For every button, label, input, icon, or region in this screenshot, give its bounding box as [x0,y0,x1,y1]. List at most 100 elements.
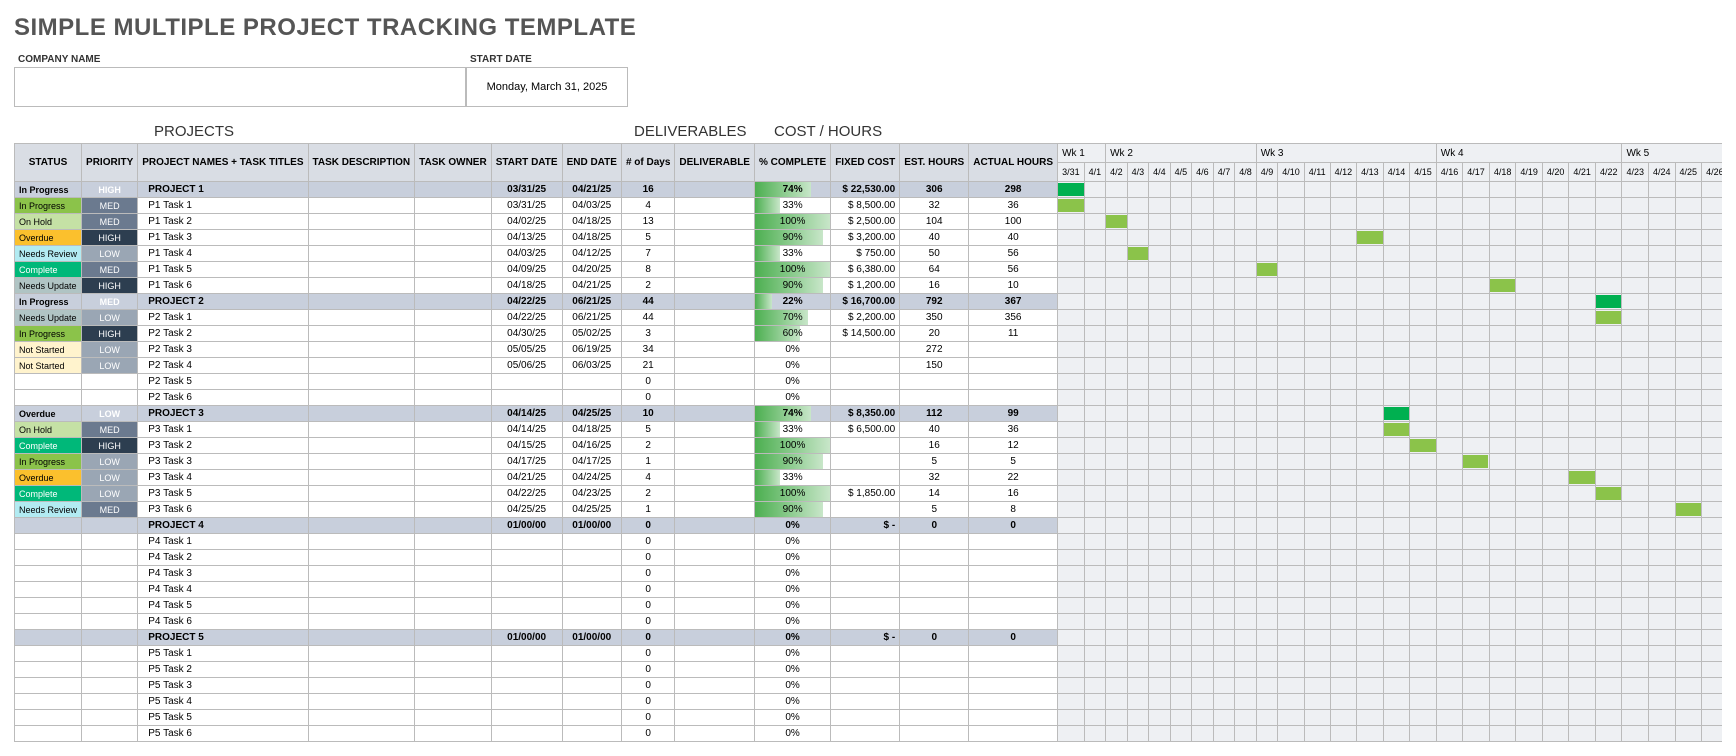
actual-hours[interactable] [969,550,1058,566]
task-owner[interactable] [415,678,492,694]
end-date[interactable] [562,534,621,550]
status-cell[interactable]: Needs Review [15,502,82,518]
priority-cell[interactable]: MED [82,198,138,214]
task-owner[interactable] [415,358,492,374]
status-cell[interactable]: In Progress [15,294,82,310]
start-date[interactable]: 01/00/00 [491,630,562,646]
status-cell[interactable] [15,550,82,566]
start-date[interactable]: 04/21/25 [491,470,562,486]
task-owner[interactable] [415,390,492,406]
actual-hours[interactable]: 22 [969,470,1058,486]
status-cell[interactable] [15,726,82,742]
priority-cell[interactable]: HIGH [82,182,138,198]
deliverable[interactable] [675,470,755,486]
start-date[interactable]: 05/05/25 [491,342,562,358]
status-cell[interactable] [15,390,82,406]
fixed-cost[interactable] [831,342,900,358]
actual-hours[interactable]: 56 [969,246,1058,262]
task-name[interactable]: P2 Task 6 [138,390,308,406]
actual-hours[interactable]: 367 [969,294,1058,310]
status-cell[interactable]: Complete [15,438,82,454]
task-desc[interactable] [308,470,415,486]
task-owner[interactable] [415,566,492,582]
end-date[interactable]: 01/00/00 [562,630,621,646]
est-hours[interactable] [900,694,969,710]
task-desc[interactable] [308,646,415,662]
end-date[interactable]: 04/25/25 [562,502,621,518]
task-name[interactable]: P4 Task 4 [138,582,308,598]
priority-cell[interactable] [82,518,138,534]
task-name[interactable]: P5 Task 6 [138,726,308,742]
end-date[interactable] [562,662,621,678]
priority-cell[interactable]: LOW [82,358,138,374]
est-hours[interactable] [900,710,969,726]
task-name[interactable]: P5 Task 3 [138,678,308,694]
start-date[interactable]: 04/13/25 [491,230,562,246]
task-owner[interactable] [415,534,492,550]
task-desc[interactable] [308,278,415,294]
fixed-cost[interactable]: $ 1,850.00 [831,486,900,502]
task-owner[interactable] [415,310,492,326]
priority-cell[interactable] [82,646,138,662]
task-owner[interactable] [415,198,492,214]
task-owner[interactable] [415,582,492,598]
start-date[interactable]: 05/06/25 [491,358,562,374]
end-date[interactable] [562,374,621,390]
actual-hours[interactable] [969,598,1058,614]
priority-cell[interactable] [82,710,138,726]
est-hours[interactable]: 104 [900,214,969,230]
start-date[interactable] [491,726,562,742]
task-name[interactable]: P1 Task 6 [138,278,308,294]
deliverable[interactable] [675,406,755,422]
task-desc[interactable] [308,726,415,742]
deliverable[interactable] [675,438,755,454]
priority-cell[interactable]: LOW [82,470,138,486]
deliverable[interactable] [675,326,755,342]
start-date[interactable] [491,390,562,406]
task-name[interactable]: P1 Task 4 [138,246,308,262]
est-hours[interactable]: 20 [900,326,969,342]
priority-cell[interactable]: MED [82,214,138,230]
actual-hours[interactable]: 8 [969,502,1058,518]
task-name[interactable]: P3 Task 4 [138,470,308,486]
est-hours[interactable] [900,550,969,566]
est-hours[interactable]: 0 [900,518,969,534]
task-name[interactable]: P4 Task 1 [138,534,308,550]
task-desc[interactable] [308,694,415,710]
deliverable[interactable] [675,454,755,470]
end-date[interactable] [562,390,621,406]
priority-cell[interactable]: LOW [82,406,138,422]
priority-cell[interactable] [82,726,138,742]
priority-cell[interactable] [82,678,138,694]
deliverable[interactable] [675,566,755,582]
task-name[interactable]: P2 Task 2 [138,326,308,342]
task-desc[interactable] [308,326,415,342]
status-cell[interactable] [15,694,82,710]
task-desc[interactable] [308,550,415,566]
fixed-cost[interactable]: $ 6,380.00 [831,262,900,278]
est-hours[interactable] [900,646,969,662]
start-date[interactable]: 03/31/25 [491,198,562,214]
fixed-cost[interactable]: $ 14,500.00 [831,326,900,342]
task-desc[interactable] [308,454,415,470]
actual-hours[interactable] [969,374,1058,390]
actual-hours[interactable]: 10 [969,278,1058,294]
status-cell[interactable]: Not Started [15,342,82,358]
status-cell[interactable]: Needs Update [15,310,82,326]
start-date[interactable] [491,694,562,710]
task-name[interactable]: PROJECT 4 [138,518,308,534]
task-desc[interactable] [308,662,415,678]
actual-hours[interactable]: 12 [969,438,1058,454]
start-date[interactable]: 01/00/00 [491,518,562,534]
end-date[interactable]: 04/12/25 [562,246,621,262]
task-owner[interactable] [415,646,492,662]
status-cell[interactable] [15,662,82,678]
deliverable[interactable] [675,582,755,598]
actual-hours[interactable] [969,726,1058,742]
task-owner[interactable] [415,502,492,518]
start-date[interactable]: 04/09/25 [491,262,562,278]
status-cell[interactable] [15,646,82,662]
end-date[interactable]: 04/21/25 [562,278,621,294]
fixed-cost[interactable] [831,566,900,582]
est-hours[interactable]: 32 [900,198,969,214]
